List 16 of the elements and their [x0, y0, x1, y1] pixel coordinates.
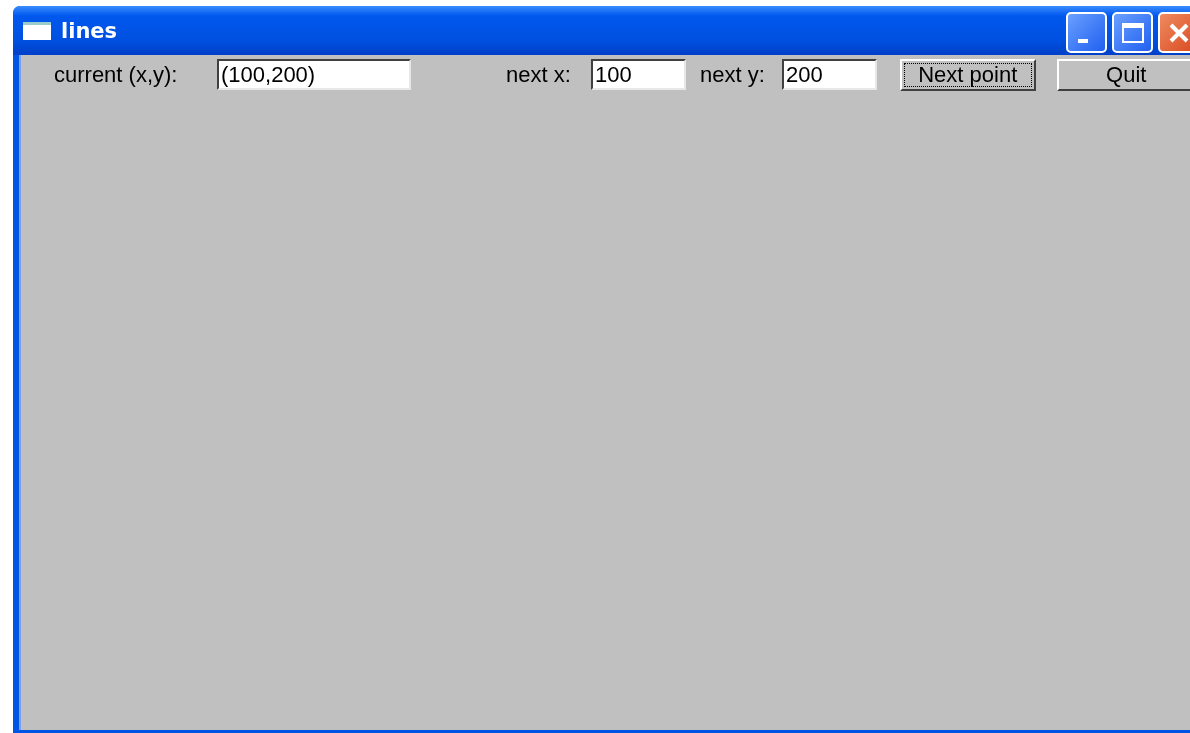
minimize-icon [1077, 38, 1088, 43]
maximize-icon [1120, 21, 1145, 44]
window-title: lines [61, 18, 118, 43]
quit-button[interactable]: Quit [1056, 58, 1190, 91]
next-x-label: next x: [506, 61, 572, 88]
close-icon [1167, 21, 1190, 44]
next-y-label: next y: [700, 61, 766, 88]
maximize-button[interactable] [1112, 12, 1153, 53]
current-field[interactable]: (100,200) [217, 59, 411, 90]
close-button[interactable] [1158, 12, 1190, 53]
next-point-button[interactable]: Next point [900, 58, 1036, 91]
next-x-field[interactable]: 100 [591, 59, 686, 90]
minimize-button[interactable] [1066, 12, 1107, 53]
window-icon [23, 21, 51, 40]
next-y-field[interactable]: 200 [782, 59, 877, 90]
current-label: current (x,y): [54, 61, 179, 88]
